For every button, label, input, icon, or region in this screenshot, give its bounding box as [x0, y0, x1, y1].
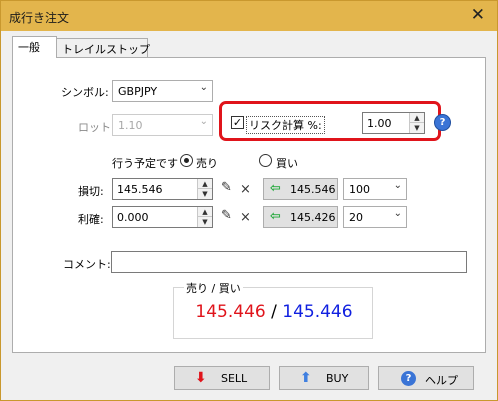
symbol-select[interactable]: GBPJPY ⌄ — [112, 80, 213, 102]
risk-value: 1.00 — [367, 117, 392, 130]
pipette-icon[interactable]: ✎ — [221, 180, 232, 195]
buy-radio-label: 買い — [276, 157, 298, 170]
stoploss-value: 145.546 — [117, 183, 163, 196]
spin-down-icon[interactable]: ▼ — [198, 189, 212, 199]
ask-price: 145.446 — [282, 302, 353, 322]
tab-trailing-stop-label: トレイルストップ — [62, 43, 150, 56]
spin-up-icon[interactable]: ▲ — [410, 113, 424, 123]
arrow-left-icon: ⇦ — [270, 181, 281, 196]
spin-down-icon[interactable]: ▼ — [198, 217, 212, 227]
tab-general-label: 一般 — [18, 41, 40, 54]
symbol-label: シンボル: — [61, 86, 109, 99]
spinner-buttons[interactable]: ▲ ▼ — [409, 113, 424, 133]
spinner-buttons[interactable]: ▲ ▼ — [197, 207, 212, 227]
takeprofit-price: 145.426 — [290, 211, 336, 224]
arrow-up-icon: ⬆ — [300, 370, 312, 386]
help-button-label: ヘルプ — [425, 374, 458, 387]
takeprofit-price-button[interactable]: ⇦ 145.426 — [263, 206, 338, 228]
bid-price: 145.446 — [195, 302, 266, 322]
arrow-down-icon: ⬇ — [195, 370, 207, 386]
radio-dot — [184, 158, 189, 163]
clear-x-icon[interactable]: × — [240, 182, 251, 197]
chevron-down-icon: ⌄ — [199, 82, 208, 93]
buy-button-label: BUY — [326, 372, 349, 385]
stoploss-price: 145.546 — [290, 183, 336, 196]
stoploss-label: 損切: — [78, 185, 104, 198]
buy-button[interactable]: ⬆ BUY — [279, 366, 369, 390]
symbol-value: GBPJPY — [118, 85, 158, 98]
spinner-buttons[interactable]: ▲ ▼ — [197, 179, 212, 199]
spin-up-icon[interactable]: ▲ — [198, 207, 212, 217]
stoploss-points-select[interactable]: 100 ⌄ — [343, 178, 407, 200]
lot-label: ロット: — [78, 121, 115, 134]
question-icon[interactable]: ? — [434, 114, 451, 131]
comment-label: コメント: — [63, 258, 111, 271]
tab-trailing-stop[interactable]: トレイルストップ — [56, 38, 150, 58]
spin-down-icon[interactable]: ▼ — [410, 123, 424, 133]
lot-select[interactable]: 1.10 ⌄ — [112, 114, 213, 136]
sell-button[interactable]: ⬇ SELL — [174, 366, 270, 390]
help-icon: ? — [401, 371, 416, 386]
spin-up-icon[interactable]: ▲ — [198, 179, 212, 189]
risk-percent-spinner[interactable]: 1.00 ▲ ▼ — [362, 112, 425, 134]
chevron-down-icon: ⌄ — [393, 208, 402, 219]
title-bar: 成行き注文 ✕ — [0, 0, 498, 31]
chevron-down-icon: ⌄ — [199, 116, 208, 127]
window-title: 成行き注文 — [9, 11, 70, 25]
stoploss-points: 100 — [349, 183, 370, 196]
comment-input[interactable] — [111, 251, 467, 273]
quote-group: 売り / 買い 145.446 / 145.446 — [173, 280, 374, 339]
lot-value: 1.10 — [118, 119, 143, 132]
stoploss-price-button[interactable]: ⇦ 145.546 — [263, 178, 338, 200]
takeprofit-points: 20 — [349, 211, 363, 224]
price-separator: / — [265, 302, 283, 322]
close-icon[interactable]: ✕ — [471, 5, 485, 25]
takeprofit-value: 0.000 — [117, 211, 149, 224]
sell-radio[interactable] — [180, 154, 193, 167]
sell-button-label: SELL — [221, 372, 248, 385]
sell-radio-label: 売り — [196, 157, 218, 170]
takeprofit-spinner[interactable]: 0.000 ▲ ▼ — [112, 206, 213, 228]
tab-general[interactable]: 一般 — [12, 36, 57, 58]
help-button[interactable]: ? ヘルプ — [378, 366, 474, 390]
stoploss-spinner[interactable]: 145.546 ▲ ▼ — [112, 178, 213, 200]
arrow-left-icon: ⇦ — [270, 209, 281, 224]
risk-label: リスク計算 %: — [246, 116, 325, 134]
takeprofit-label: 利確: — [78, 213, 104, 226]
quote-caption: 売り / 買い — [184, 280, 243, 296]
chevron-down-icon: ⌄ — [393, 180, 402, 191]
side-label: 行う予定です — [112, 157, 178, 170]
risk-checkbox[interactable]: ✓ — [231, 116, 244, 129]
takeprofit-points-select[interactable]: 20 ⌄ — [343, 206, 407, 228]
pipette-icon[interactable]: ✎ — [221, 208, 232, 223]
quote-prices: 145.446 / 145.446 — [174, 302, 374, 322]
buy-radio[interactable] — [259, 154, 272, 167]
clear-x-icon[interactable]: × — [240, 210, 251, 225]
